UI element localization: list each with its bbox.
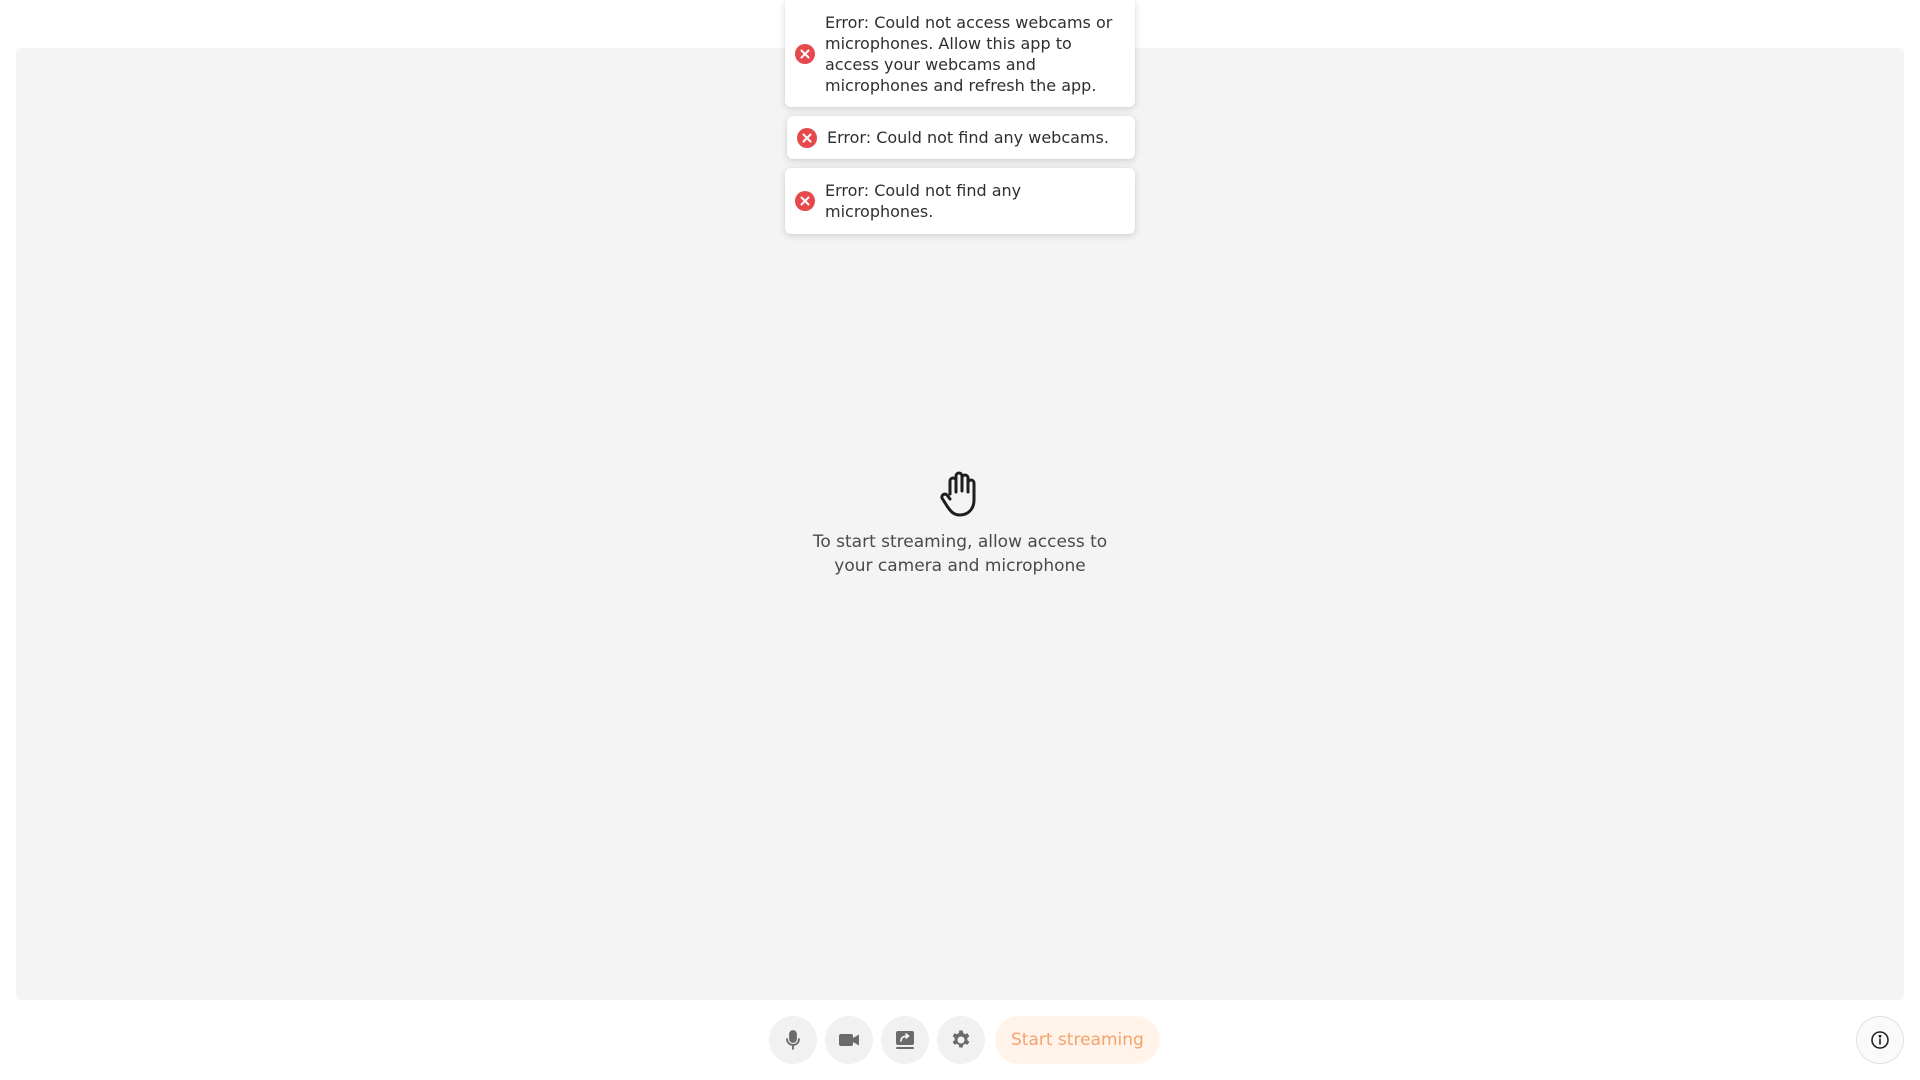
- camera-button[interactable]: [825, 1016, 873, 1064]
- error-message: Error: Could not access webcams or micro…: [825, 12, 1113, 95]
- settings-button[interactable]: [937, 1016, 985, 1064]
- error-icon: [797, 127, 817, 148]
- error-toast: Error: Could not access webcams or micro…: [785, 0, 1135, 107]
- error-message: Error: Could not find any webcams.: [827, 128, 1109, 147]
- microphone-button[interactable]: [769, 1016, 817, 1064]
- microphone-icon: [786, 1030, 800, 1050]
- video-camera-icon: [839, 1034, 859, 1046]
- info-button[interactable]: [1856, 1016, 1904, 1064]
- permission-message: To start streaming, allow access to your…: [812, 532, 1108, 576]
- error-icon: [795, 191, 815, 211]
- screen-share-button[interactable]: [881, 1016, 929, 1064]
- stream-controls: Start streaming: [769, 1016, 1160, 1064]
- screen-share-icon: [896, 1031, 914, 1049]
- error-message: Error: Could not find any microphones.: [825, 181, 1022, 221]
- error-toast: Error: Could not find any microphones.: [785, 168, 1135, 234]
- start-streaming-button[interactable]: Start streaming: [995, 1016, 1160, 1064]
- error-icon: [795, 43, 815, 64]
- hand-stop-icon: [940, 471, 976, 517]
- info-icon: [1871, 1031, 1889, 1049]
- gear-icon: [952, 1030, 970, 1048]
- error-toast: Error: Could not find any webcams.: [787, 116, 1135, 159]
- permission-placeholder: To start streaming, allow access to your…: [800, 468, 1120, 578]
